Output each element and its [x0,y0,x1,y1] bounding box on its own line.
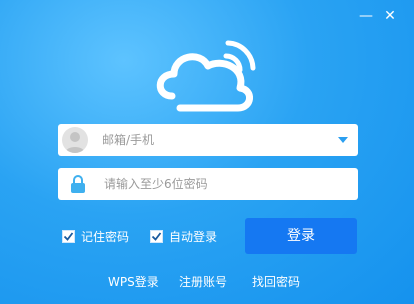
account-field[interactable]: 邮箱/手机 [58,124,358,156]
checkmark-icon [63,231,74,241]
remember-password-label: 记住密码 [81,229,130,244]
cloud-wifi-icon [156,40,256,112]
checkbox-box[interactable] [62,229,75,243]
password-field[interactable]: 请输入至少6位密码 [58,168,358,200]
wps-login-link[interactable]: WPS登录 [108,273,159,290]
user-avatar-icon [62,127,88,153]
login-window: — ✕ 邮箱/手机 请输入至少6位密码 记住密码 自动登录 登录 WPS登录 注… [0,0,414,304]
chevron-down-icon[interactable] [338,137,348,143]
login-button[interactable]: 登录 [245,218,357,254]
minimize-button[interactable]: — [356,6,376,26]
lock-icon [71,175,85,193]
password-input[interactable]: 请输入至少6位密码 [104,168,208,200]
checkmark-icon [151,231,162,241]
register-account-link[interactable]: 注册账号 [179,273,227,290]
remember-password-checkbox[interactable]: 记住密码 [62,229,130,244]
close-button[interactable]: ✕ [380,6,400,26]
account-input[interactable]: 邮箱/手机 [102,124,154,156]
auto-login-checkbox[interactable]: 自动登录 [150,229,218,244]
checkbox-box[interactable] [150,229,163,243]
auto-login-label: 自动登录 [169,229,218,244]
forgot-password-link[interactable]: 找回密码 [252,273,300,290]
